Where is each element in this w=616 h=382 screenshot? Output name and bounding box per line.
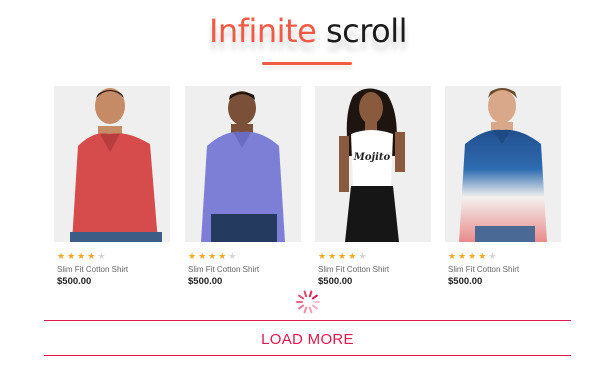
product-name[interactable]: Slim Fit Cotton Shirt bbox=[57, 265, 170, 274]
star-filled-icon: ★ bbox=[328, 252, 337, 262]
star-empty-icon: ★ bbox=[488, 252, 497, 262]
svg-text:Mojito: Mojito bbox=[353, 152, 391, 163]
title-accent: Infinite bbox=[208, 12, 317, 50]
star-filled-icon: ★ bbox=[87, 252, 96, 262]
product-name[interactable]: Slim Fit Cotton Shirt bbox=[188, 265, 301, 274]
page-title: Infinite scroll bbox=[0, 12, 616, 50]
product-image[interactable] bbox=[445, 86, 561, 242]
star-filled-icon: ★ bbox=[478, 252, 487, 262]
star-filled-icon: ★ bbox=[188, 252, 197, 262]
star-filled-icon: ★ bbox=[218, 252, 227, 262]
star-filled-icon: ★ bbox=[77, 252, 86, 262]
star-filled-icon: ★ bbox=[338, 252, 347, 262]
product-image[interactable] bbox=[54, 86, 170, 242]
product-image[interactable]: Mojito bbox=[315, 86, 431, 242]
rating-stars: ★ ★ ★ ★ ★ bbox=[448, 252, 561, 262]
product-card[interactable]: ★ ★ ★ ★ ★ Slim Fit Cotton Shirt $500.00 bbox=[445, 86, 561, 287]
star-filled-icon: ★ bbox=[67, 252, 76, 262]
divider-bottom bbox=[44, 355, 571, 356]
rating-stars: ★ ★ ★ ★ ★ bbox=[188, 252, 301, 262]
star-filled-icon: ★ bbox=[348, 252, 357, 262]
star-empty-icon: ★ bbox=[97, 252, 106, 262]
title-rest: scroll bbox=[325, 12, 408, 50]
product-price: $500.00 bbox=[188, 276, 223, 287]
title-underline bbox=[262, 62, 352, 65]
star-filled-icon: ★ bbox=[458, 252, 467, 262]
star-filled-icon: ★ bbox=[468, 252, 477, 262]
star-filled-icon: ★ bbox=[318, 252, 327, 262]
product-card[interactable]: ★ ★ ★ ★ ★ Slim Fit Cotton Shirt $500.00 bbox=[185, 86, 301, 287]
product-card[interactable]: ★ ★ ★ ★ ★ Slim Fit Cotton Shirt $500.00 bbox=[54, 86, 170, 287]
product-card[interactable]: Mojito ★ ★ ★ ★ ★ Slim Fit Cotton Shirt $500.… bbox=[315, 86, 431, 287]
star-empty-icon: ★ bbox=[358, 252, 367, 262]
load-more-button[interactable]: LOAD MORE bbox=[44, 322, 571, 356]
rating-stars: ★ ★ ★ ★ ★ bbox=[318, 252, 431, 262]
loading-spinner-icon bbox=[296, 290, 320, 314]
divider-top bbox=[44, 320, 571, 321]
product-price: $500.00 bbox=[448, 276, 483, 287]
star-filled-icon: ★ bbox=[198, 252, 207, 262]
product-image[interactable] bbox=[185, 86, 301, 242]
star-empty-icon: ★ bbox=[228, 252, 237, 262]
star-filled-icon: ★ bbox=[57, 252, 66, 262]
rating-stars: ★ ★ ★ ★ ★ bbox=[57, 252, 170, 262]
product-name[interactable]: Slim Fit Cotton Shirt bbox=[448, 265, 561, 274]
product-price: $500.00 bbox=[57, 276, 92, 287]
star-filled-icon: ★ bbox=[448, 252, 457, 262]
product-price: $500.00 bbox=[318, 276, 353, 287]
star-filled-icon: ★ bbox=[208, 252, 217, 262]
product-name[interactable]: Slim Fit Cotton Shirt bbox=[318, 265, 431, 274]
